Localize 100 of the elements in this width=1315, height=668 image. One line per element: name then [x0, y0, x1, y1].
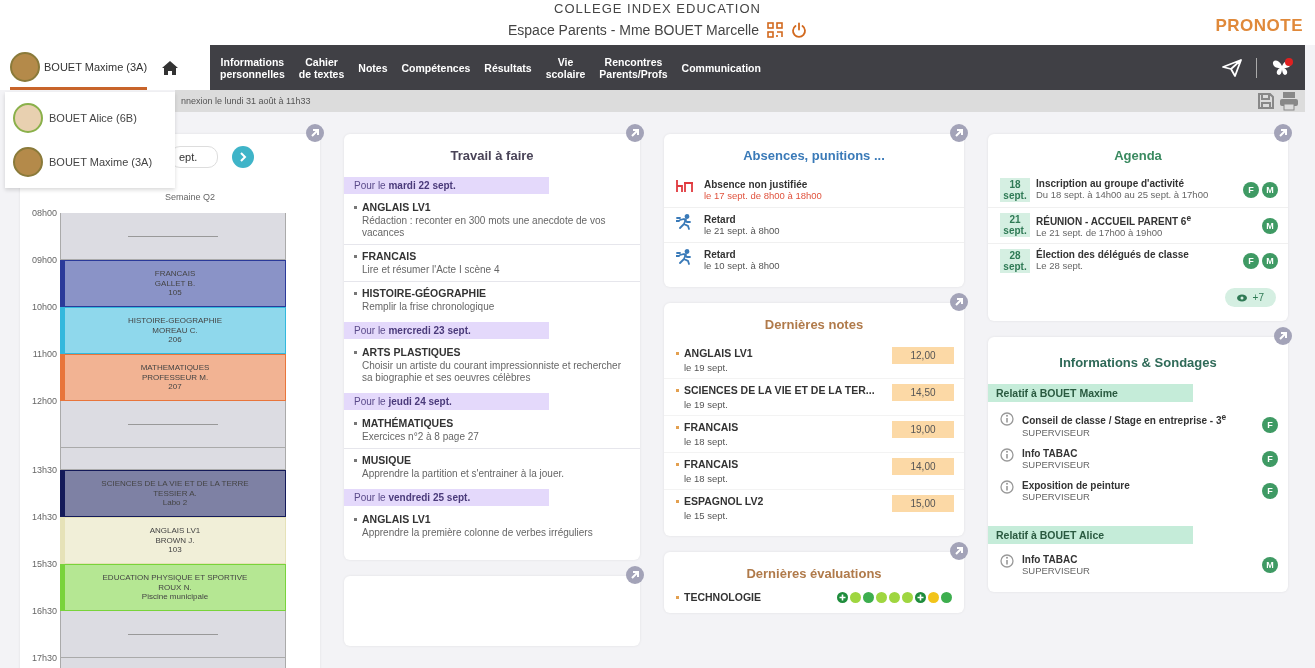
event-title: Retard [704, 249, 737, 260]
week-label: Semaine Q2 [165, 192, 215, 203]
event-title: Absence non justifiée [704, 179, 809, 190]
nav-tab[interactable]: Résultats [484, 61, 532, 74]
hour-label: 11h00 [32, 349, 57, 359]
expand-icon[interactable] [1274, 327, 1292, 346]
grade-value: 14,00 [892, 458, 954, 475]
expand-icon[interactable] [950, 542, 968, 560]
card-title: Informations & Sondages [1058, 354, 1218, 373]
subject-name: ARTS PLASTIQUES [362, 346, 461, 358]
due-date-heading: Pour le mardi 22 sept. [344, 177, 549, 194]
lesson-text: MATHEMATIQUES [140, 363, 210, 373]
nav-tab[interactable]: Cahier de textes [298, 55, 345, 80]
lesson-block[interactable]: ANGLAIS LV1 BROWN J. 103 [60, 517, 286, 564]
save-icon[interactable] [1257, 92, 1275, 110]
bullet-icon [354, 517, 357, 521]
grade-date: le 19 sept. [683, 399, 729, 410]
subject-name: FRANCAIS [362, 250, 417, 262]
lesson-text: Labo 2 [162, 498, 188, 508]
parent-badge: F [1262, 450, 1278, 467]
subject-name: ANGLAIS LV1 [684, 347, 753, 359]
lesson-text: EDUCATION PHYSIQUE ET SPORTIVE [102, 573, 248, 583]
grade-value: 12,00 [892, 347, 954, 364]
subject-name: FRANCAIS [684, 458, 739, 470]
qr-code-icon[interactable] [767, 22, 783, 38]
lesson-text: GALLET B. [154, 278, 196, 289]
hour-label: 08h00 [31, 208, 57, 218]
lesson-block[interactable]: HISTOIRE-GEOGRAPHIE MOREAU C. 206 [60, 307, 286, 354]
event-title: Retard [704, 214, 737, 225]
nav-tab[interactable]: Compétences [401, 61, 471, 74]
expand-icon[interactable] [626, 566, 644, 584]
event-title: RÉUNION - ACCUEIL PARENT 6$^{e}$ [1036, 213, 1193, 228]
subject-name: ESPAGNOL LV2 [684, 495, 764, 507]
author-name: SUPERVISEUR [1022, 458, 1091, 470]
author-name: SUPERVISEUR [1022, 564, 1091, 576]
subject-name: MATHÉMATIQUES [362, 417, 454, 429]
print-icon[interactable] [1279, 91, 1299, 111]
expand-icon[interactable] [950, 124, 968, 142]
subject-name: ANGLAIS LV1 [362, 513, 431, 525]
running-person-icon [676, 249, 694, 265]
subject-name: TECHNOLOGIE [684, 591, 761, 603]
parent-badge: F [1262, 482, 1278, 499]
nav-tab[interactable]: Notes [358, 61, 388, 74]
lesson-block[interactable]: EDUCATION PHYSIQUE ET SPORTIVE ROUX N. Piscine municipale [60, 564, 286, 611]
grade-date: le 19 sept. [683, 362, 729, 373]
date-badge: 21 sept. [1000, 213, 1030, 237]
bullet-icon [676, 425, 679, 429]
nav-tab[interactable]: Rencontres Parents/Profs [599, 55, 668, 80]
grade-date: le 18 sept. [683, 473, 729, 484]
parent-badge: F [1243, 182, 1259, 198]
lesson-text: 105 [168, 288, 182, 298]
grade-value: 14,50 [892, 384, 954, 401]
parent-badge: F [1243, 253, 1259, 270]
bullet-icon [354, 291, 357, 295]
event-date: Le 21 sept. de 17h00 à 19h00 [1036, 227, 1164, 239]
card-title: Dernières évaluations [745, 565, 883, 583]
avatar-icon [10, 52, 40, 82]
school-name: COLLEGE INDEX EDUCATION [554, 2, 761, 16]
nav-tab[interactable]: Communication [681, 61, 761, 74]
show-more-button[interactable]: +7 [1224, 288, 1276, 308]
hour-label: 12h00 [31, 396, 57, 406]
expand-icon[interactable] [950, 293, 968, 311]
author-name: SUPERVISEUR [1022, 426, 1091, 438]
subject-name: HISTOIRE-GÉOGRAPHIE [362, 287, 487, 299]
lesson-text: MOREAU C. [152, 325, 198, 336]
lesson-text: ANGLAIS LV1 [149, 526, 201, 536]
due-date-heading: Pour le jeudi 24 sept. [344, 393, 549, 410]
expand-icon[interactable] [626, 124, 644, 142]
space-title: Espace Parents - Mme BOUET Marcelle [507, 22, 759, 38]
bullet-icon [676, 462, 679, 466]
home-icon[interactable] [161, 59, 180, 76]
running-person-icon [676, 214, 694, 230]
lesson-text: BROWN J. [155, 535, 195, 546]
homework-text: Apprendre la première colonne de verbes irréguliers [361, 527, 594, 539]
nav-tab[interactable]: Informations personnelles [220, 55, 285, 80]
card-title: Agenda [1113, 147, 1163, 165]
event-date: Le 28 sept. [1036, 260, 1084, 272]
subject-name: MUSIQUE [362, 454, 411, 466]
subject-name: ANGLAIS LV1 [362, 201, 431, 213]
nav-tab[interactable]: Vie scolaire [545, 55, 586, 80]
lesson-block[interactable]: MATHEMATIQUES PROFESSEUR M. 207 [60, 354, 286, 401]
event-date: le 21 sept. à 8h00 [704, 225, 780, 236]
send-icon[interactable] [1222, 58, 1242, 77]
grade-value: 19,00 [892, 421, 954, 438]
hour-label: 10h00 [31, 302, 57, 312]
hour-label: 14h30 [31, 512, 57, 522]
bullet-icon [354, 350, 357, 354]
lesson-text: Piscine municipale [141, 592, 209, 602]
power-icon[interactable] [791, 22, 807, 38]
grade-date: le 15 sept. [683, 510, 729, 521]
parent-badge: M [1262, 556, 1278, 573]
bullet-icon [676, 595, 679, 599]
parent-badge: M [1262, 253, 1278, 270]
expand-icon[interactable] [1274, 124, 1292, 142]
lesson-text: TESSIER A. [153, 488, 197, 499]
lesson-block[interactable]: FRANCAIS GALLET B. 105 [60, 260, 286, 307]
event-date: le 10 sept. à 8h00 [704, 260, 780, 271]
butterfly-icon[interactable] [1271, 57, 1293, 78]
expand-icon[interactable] [306, 124, 324, 142]
child-option[interactable]: BOUET Alice (6B) [5, 96, 175, 140]
